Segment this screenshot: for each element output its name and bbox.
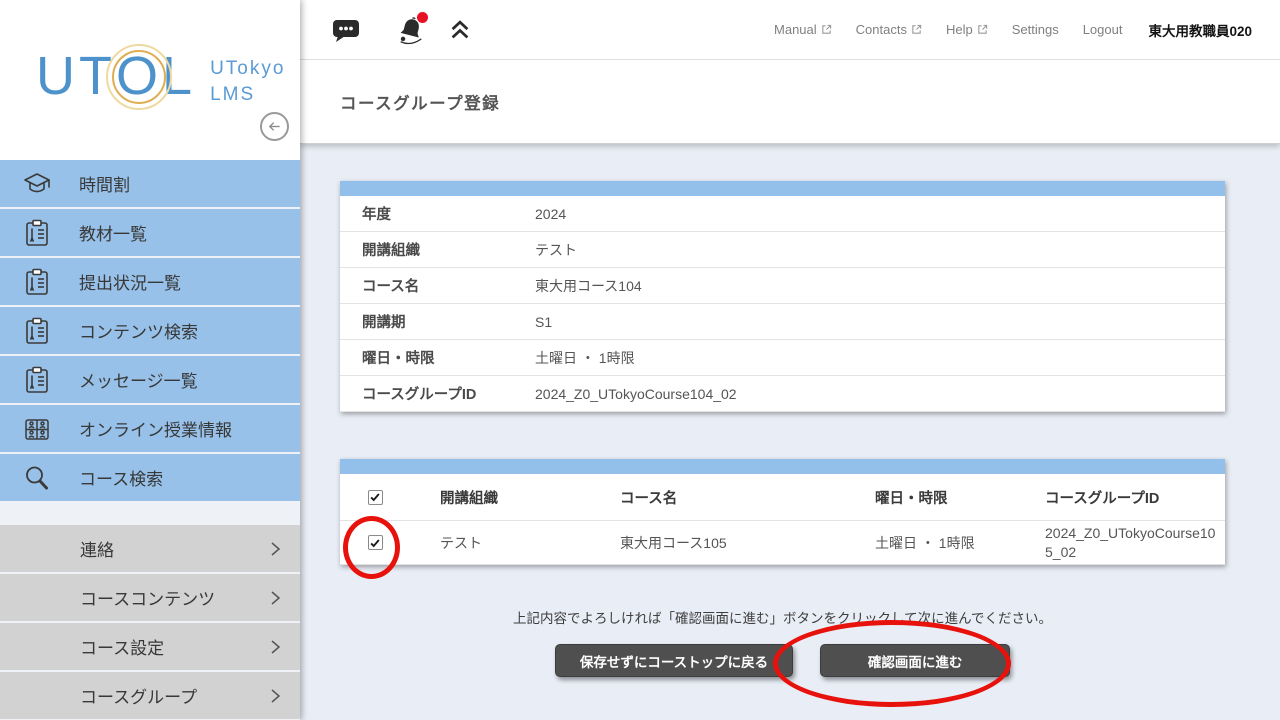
sidebar: UTOL UTokyo LMS 時間割 — [0, 0, 300, 720]
utol-logo[interactable]: UTOL UTokyo LMS — [36, 48, 285, 107]
page-title: コースグループ登録 — [340, 90, 500, 114]
info-row-day-period: 曜日・時限 土曜日 ・ 1時限 — [340, 340, 1225, 376]
chevron-right-icon — [268, 590, 282, 606]
clipboard-icon — [22, 267, 52, 297]
sidebar-item-message-list[interactable]: メッセージ一覧 — [0, 356, 300, 403]
sidebar-item-submission-status[interactable]: 提出状況一覧 — [0, 258, 300, 305]
table-row: テスト 東大用コース105 土曜日 ・ 1時限 2024_Z0_UTokyoCo… — [340, 521, 1225, 565]
sidebar-item-course-settings[interactable]: コース設定 — [0, 623, 300, 670]
username[interactable]: 東大用教職員020 — [1148, 20, 1252, 40]
bell-icon[interactable] — [396, 15, 426, 45]
course-select-table: 開講組織 コース名 曜日・時限 コースグループID テスト 東大用コース105 … — [340, 459, 1225, 565]
sidebar-item-contact[interactable]: 連絡 — [0, 525, 300, 572]
logo-text: UTOL — [36, 48, 196, 105]
logo-ring-o: O — [116, 48, 162, 105]
sidebar-item-content-search[interactable]: コンテンツ検索 — [0, 307, 300, 354]
info-row-term: 開講期 S1 — [340, 304, 1225, 340]
chevron-right-icon — [268, 688, 282, 704]
online-class-icon — [22, 414, 52, 444]
info-row-organization: 開講組織 テスト — [340, 232, 1225, 268]
column-header-course-group-id: コースグループID — [1015, 487, 1225, 508]
topbar: Manual Contacts Help Se — [300, 0, 1280, 60]
manual-link[interactable]: Manual — [774, 22, 832, 37]
collapse-up-icon[interactable] — [448, 18, 472, 42]
mortarboard-icon — [22, 169, 52, 199]
select-all-checkbox[interactable] — [368, 490, 383, 505]
cell-course-name: 東大用コース105 — [590, 533, 845, 553]
info-row-course-name: コース名 東大用コース104 — [340, 268, 1225, 304]
confirmation-notice: 上記内容でよろしければ「確認画面に進む」ボタンをクリックして次に進んでください。 — [340, 607, 1225, 627]
cell-day-period: 土曜日 ・ 1時限 — [845, 533, 1015, 553]
external-link-icon — [977, 24, 988, 35]
main-area: Manual Contacts Help Se — [300, 0, 1280, 720]
search-icon — [22, 463, 52, 493]
cell-organization: テスト — [410, 533, 590, 553]
logo-area: UTOL UTokyo LMS — [0, 0, 300, 160]
select-table-header: 開講組織 コース名 曜日・時限 コースグループID — [340, 474, 1225, 521]
logout-link[interactable]: Logout — [1083, 22, 1123, 37]
sidebar-item-course-contents[interactable]: コースコンテンツ — [0, 574, 300, 621]
column-header-organization: 開講組織 — [410, 487, 590, 508]
clipboard-icon — [22, 365, 52, 395]
proceed-to-confirm-button[interactable]: 確認画面に進む — [820, 644, 1010, 677]
chat-icon[interactable] — [332, 17, 360, 43]
content-area: 年度 2024 開講組織 テスト コース名 東大用コース104 開講期 S1 曜… — [300, 144, 1280, 720]
title-bar: コースグループ登録 — [300, 60, 1280, 144]
logo-subtitle: UTokyo LMS — [210, 56, 285, 107]
external-link-icon — [911, 24, 922, 35]
course-info-table: 年度 2024 開講組織 テスト コース名 東大用コース104 開講期 S1 曜… — [340, 181, 1225, 412]
chevron-right-icon — [268, 541, 282, 557]
sidebar-item-online-class-info[interactable]: オンライン授業情報 — [0, 405, 300, 452]
clipboard-icon — [22, 218, 52, 248]
back-to-course-top-button[interactable]: 保存せずにコーストップに戻る — [555, 644, 793, 677]
clipboard-icon — [22, 316, 52, 346]
sidebar-group-divider — [0, 503, 300, 525]
contacts-link[interactable]: Contacts — [856, 22, 922, 37]
sidebar-item-timetable[interactable]: 時間割 — [0, 160, 300, 207]
table-accent-bar — [340, 181, 1225, 196]
help-link[interactable]: Help — [946, 22, 988, 37]
back-arrow-icon — [266, 118, 283, 135]
sidebar-item-course-search[interactable]: コース検索 — [0, 454, 300, 501]
cell-course-group-id: 2024_Z0_UTokyoCourse105_02 — [1015, 524, 1225, 562]
table-accent-bar — [340, 459, 1225, 474]
column-header-course-name: コース名 — [590, 487, 845, 508]
notification-dot — [417, 12, 428, 23]
external-link-icon — [821, 24, 832, 35]
sidebar-item-course-group[interactable]: コースグループ — [0, 672, 300, 719]
info-row-year: 年度 2024 — [340, 196, 1225, 232]
chevron-right-icon — [268, 639, 282, 655]
column-header-day-period: 曜日・時限 — [845, 487, 1015, 508]
collapse-sidebar-button[interactable] — [260, 112, 289, 141]
button-row: 保存せずにコーストップに戻る 確認画面に進む — [340, 644, 1225, 677]
sidebar-item-materials[interactable]: 教材一覧 — [0, 209, 300, 256]
settings-link[interactable]: Settings — [1012, 22, 1059, 37]
info-row-course-group-id: コースグループID 2024_Z0_UTokyoCourse104_02 — [340, 376, 1225, 412]
row-checkbox[interactable] — [368, 535, 383, 550]
